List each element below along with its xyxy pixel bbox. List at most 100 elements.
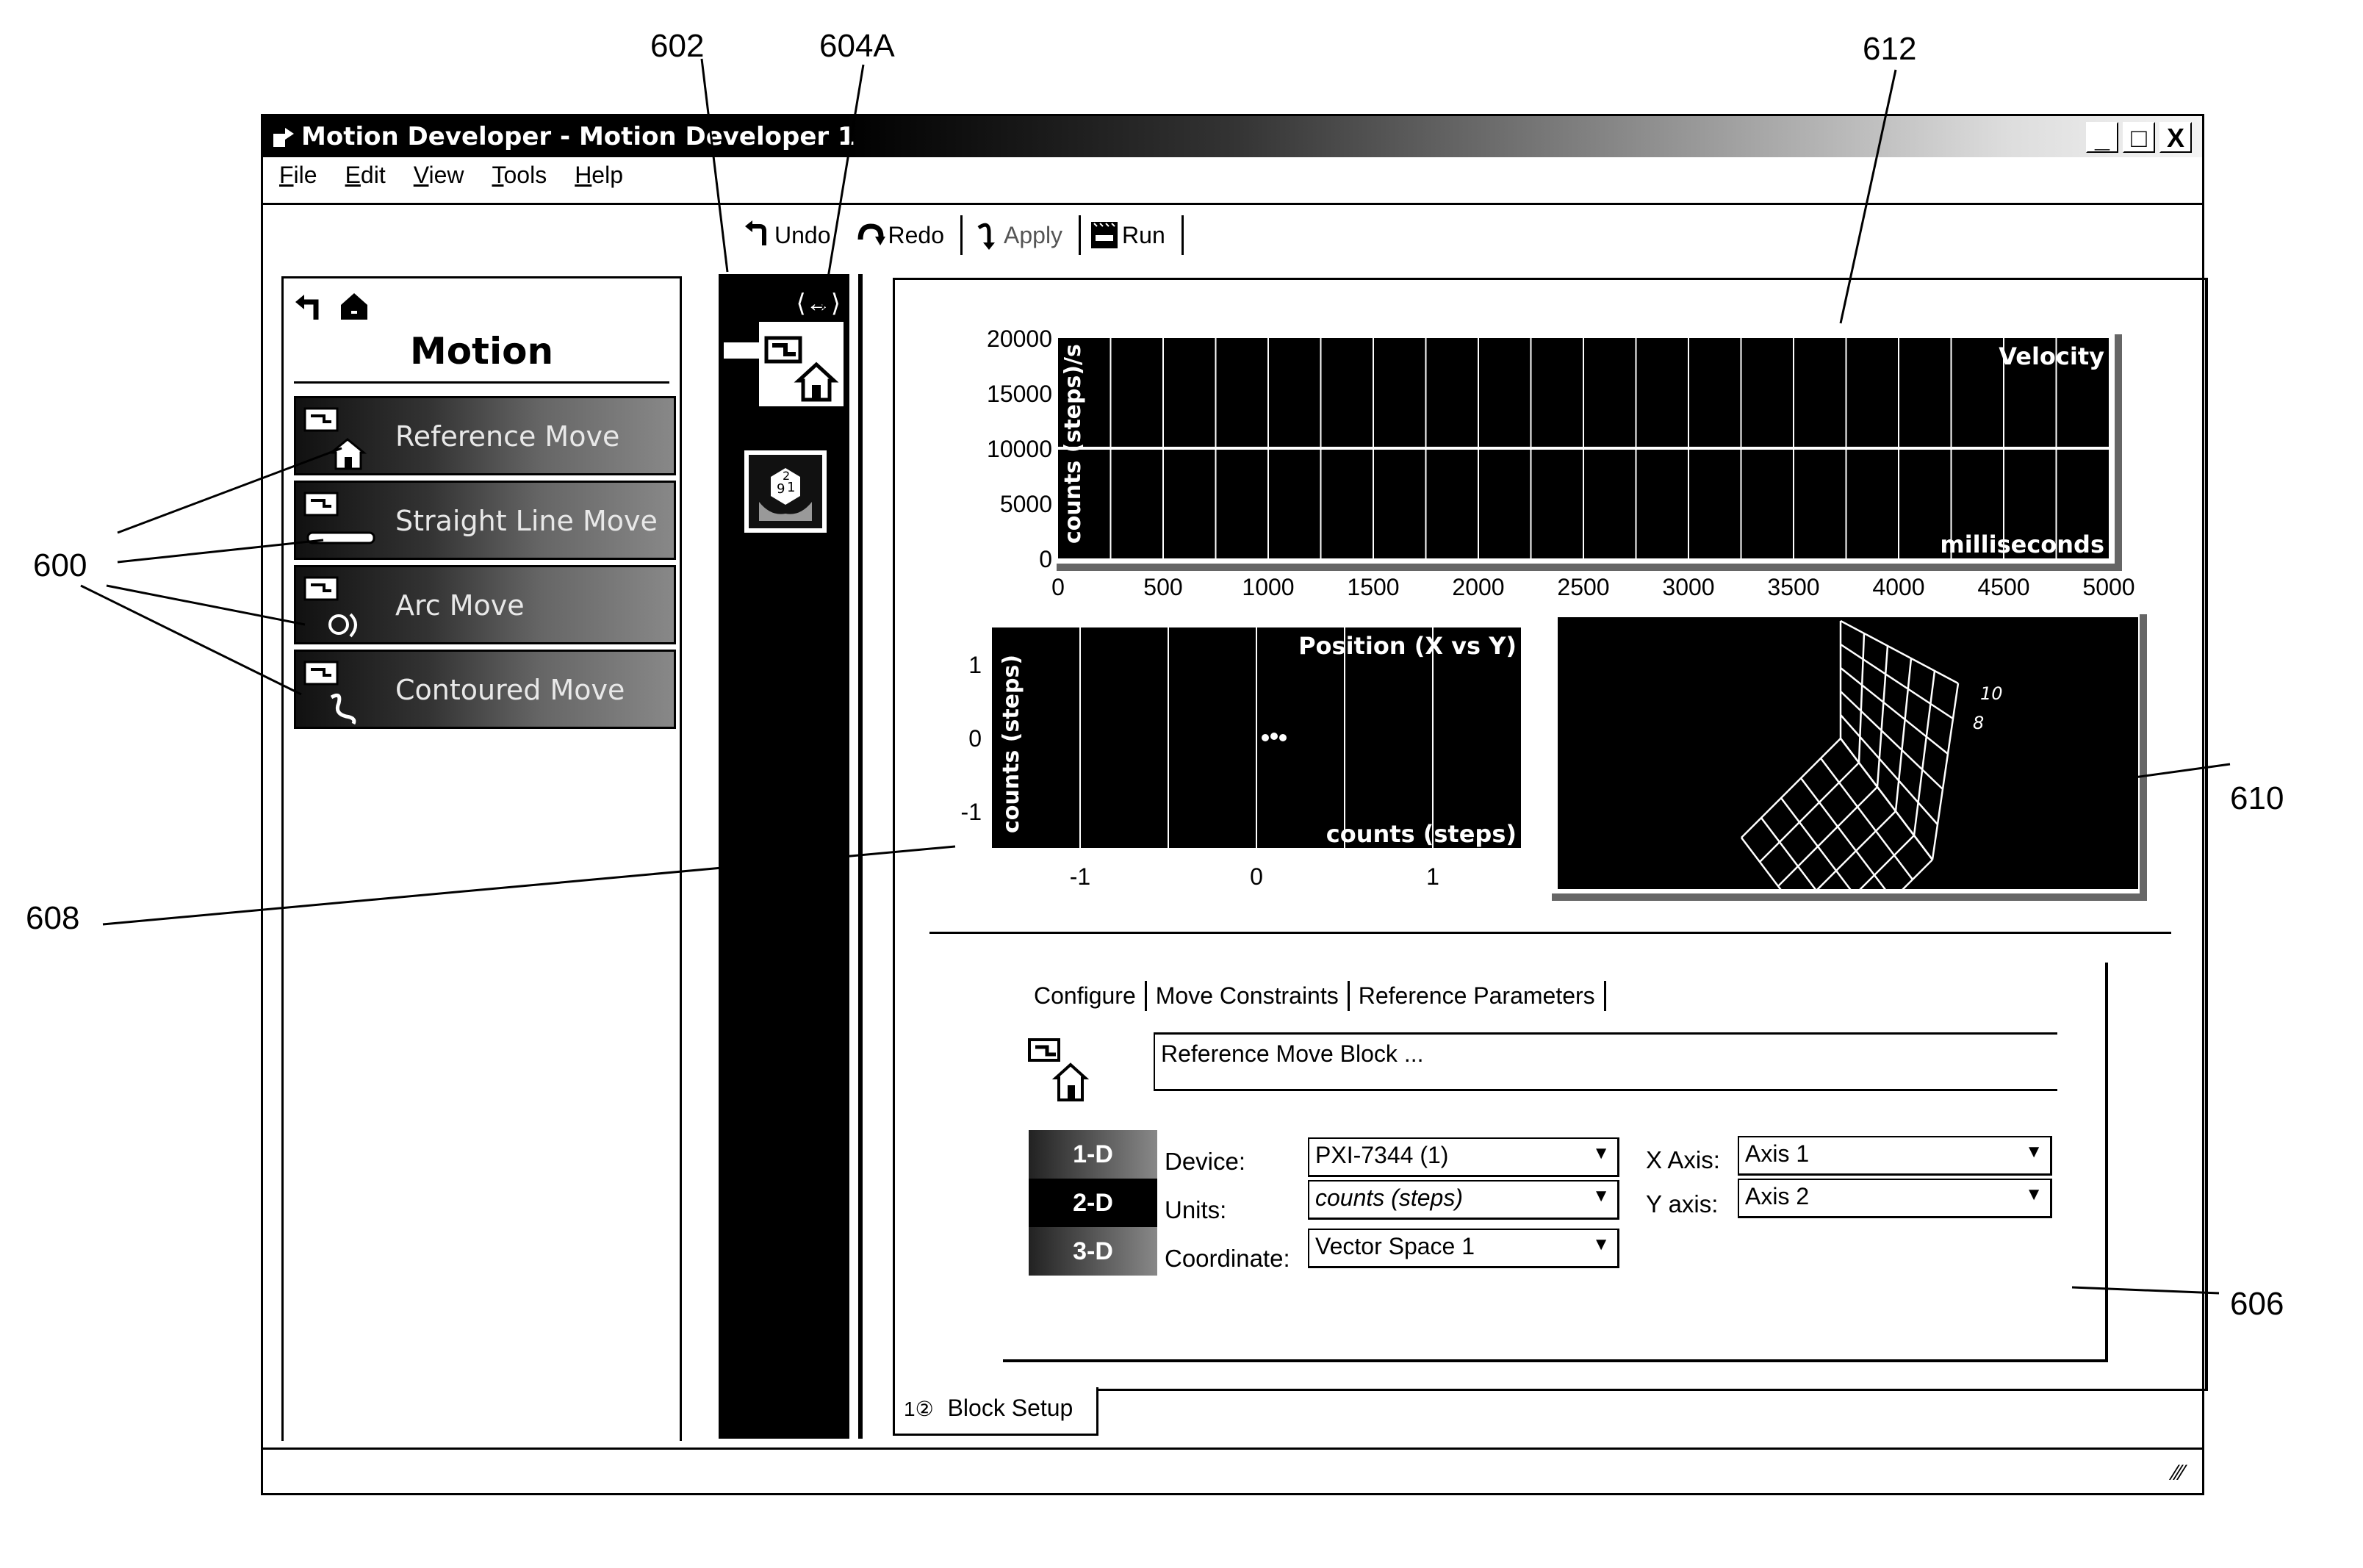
reference-move-icon [764,336,839,402]
y-tick-label: -1 [961,799,982,825]
block-diagram-strip: ⟨↔⟩ 9 1 2 [719,274,849,1439]
reference-move-block[interactable] [724,322,844,406]
reference-move-icon [303,407,367,470]
apply-button[interactable]: Apply [963,215,1079,256]
x-tick-label: 500 [1143,574,1182,600]
reference-move-icon [1028,1038,1090,1101]
dropdown-arrow-icon: ▼ [1592,1143,1610,1163]
palette-item-straight-line-move[interactable]: Straight Line Move [294,481,676,560]
resize-grip-icon[interactable]: ⁄⁄⁄ [2173,1461,2184,1486]
y-tick-label: 20000 [987,326,1052,352]
coordinate-label: Coordinate: [1165,1245,1290,1272]
arc-move-icon [303,576,357,638]
x-tick-label: 1500 [1347,574,1399,600]
y-axis-label: counts (steps) [999,655,1024,833]
block-setup-label: Block Setup [947,1395,1073,1421]
palette-heading: Motion [409,330,554,373]
x-tick-label: 4500 [1977,574,2029,600]
tab-reference-parameters[interactable]: Reference Parameters [1350,981,1606,1011]
undo-button[interactable]: Undo [733,215,847,256]
y-tick-label: 15000 [987,381,1052,407]
position-point [1270,733,1278,740]
x-tick-label: 0 [1250,863,1263,890]
callout-604a: 604A [819,28,895,64]
palette-item-label: Contoured Move [395,674,625,706]
menu-separator [263,203,2202,205]
units-select[interactable]: counts (steps) ▼ [1308,1180,1619,1220]
palette-item-label: Straight Line Move [395,505,658,537]
chart-title: Velocity [1999,342,2104,370]
menu-edit[interactable]: Edit [344,162,387,197]
undo-label: Undo [774,221,831,248]
menu-view[interactable]: View [412,162,466,197]
expand-collapse-icon[interactable]: ⟨↔⟩ [796,289,841,318]
apply-icon [977,223,995,250]
menu-bar: File Edit View Tools Help [278,162,625,197]
callout-602: 602 [650,28,705,64]
undo-icon [745,220,766,245]
x-tick-label: 5000 [2082,574,2134,600]
x-tick-label: 4000 [1872,574,1924,600]
back-icon[interactable] [294,292,323,321]
units-label: Units: [1165,1196,1227,1223]
surface-3d-plot: 108 [1558,617,2138,889]
config-tabs: Configure Move Constraints Reference Par… [1025,981,1606,1011]
menu-help[interactable]: Help [573,162,625,197]
y-tick-label: 5000 [1000,491,1052,517]
block-description: Reference Move Block ... [1154,1032,2057,1091]
x-axis-label: counts (steps) [1326,820,1517,848]
callout-610: 610 [2230,780,2284,816]
x-tick-label: 1 [1426,863,1439,890]
window-controls: _ □ X [2086,122,2192,153]
x-tick-label: -1 [1070,863,1090,890]
run-icon [1091,222,1118,248]
palette-item-reference-move[interactable]: Reference Move [294,396,676,475]
x-tick-label: 0 [1051,574,1065,600]
dropdown-arrow-icon: ▼ [2025,1184,2043,1204]
device-label: Device: [1165,1148,1246,1175]
y-tick-label: 1 [968,652,982,678]
x-axis-select[interactable]: Axis 1 ▼ [1738,1136,2052,1176]
dimension-2d-button[interactable]: 2-D [1029,1179,1157,1227]
y-tick-label: 10000 [987,436,1052,462]
x-axis-label: X Axis: [1646,1146,1720,1173]
chart-title: Position (X vs Y) [1298,632,1517,660]
y-tick-label: 0 [1039,546,1052,572]
dice-icon: 9 1 2 [759,468,812,521]
toolbar-separator [1181,215,1184,255]
window-title: Motion Developer - Motion Developer 1 [301,122,855,151]
redo-icon [857,223,885,245]
dimension-1d-button[interactable]: 1-D [1029,1130,1157,1179]
y-axis-select[interactable]: Axis 2 ▼ [1738,1179,2052,1218]
dice-block[interactable]: 9 1 2 [744,450,827,533]
palette-item-label: Arc Move [395,589,525,622]
x-tick-label: 3500 [1767,574,1819,600]
coordinate-select[interactable]: Vector Space 1 ▼ [1308,1229,1619,1268]
home-icon[interactable] [339,292,369,321]
menu-file[interactable]: File [278,162,319,197]
device-value: PXI-7344 (1) [1315,1142,1449,1168]
palette-item-contoured-move[interactable]: Contoured Move [294,650,676,729]
close-button[interactable]: X [2159,122,2192,153]
tab-configure[interactable]: Configure [1025,981,1147,1011]
status-bar-divider [263,1447,2202,1450]
redo-button[interactable]: Redo [847,215,961,256]
maximize-button[interactable]: □ [2123,122,2155,153]
device-select[interactable]: PXI-7344 (1) ▼ [1308,1137,1619,1177]
palette-item-label: Reference Move [395,420,620,453]
x-tick-label: 2500 [1557,574,1609,600]
dropdown-arrow-icon: ▼ [1592,1234,1610,1254]
title-bar[interactable]: Motion Developer - Motion Developer 1 _ … [263,116,2202,157]
menu-tools[interactable]: Tools [490,162,548,197]
run-button[interactable]: Run [1081,215,1182,256]
velocity-plot: 0 5000 10000 15000 20000 0 500 1000 1500 2000 2500… [987,326,2135,600]
z-tick-label: 8 [1973,713,1984,733]
palette-item-arc-move[interactable]: Arc Move [294,565,676,644]
coordinate-value: Vector Space 1 [1315,1233,1475,1259]
minimize-button[interactable]: _ [2086,122,2118,153]
dimension-3d-button[interactable]: 3-D [1029,1227,1157,1276]
z-tick-label: 10 [1980,683,2003,704]
tab-block-setup[interactable]: 1② Block Setup [893,1387,1098,1436]
tab-move-constraints[interactable]: Move Constraints [1147,981,1350,1011]
splitter[interactable] [858,274,863,1439]
